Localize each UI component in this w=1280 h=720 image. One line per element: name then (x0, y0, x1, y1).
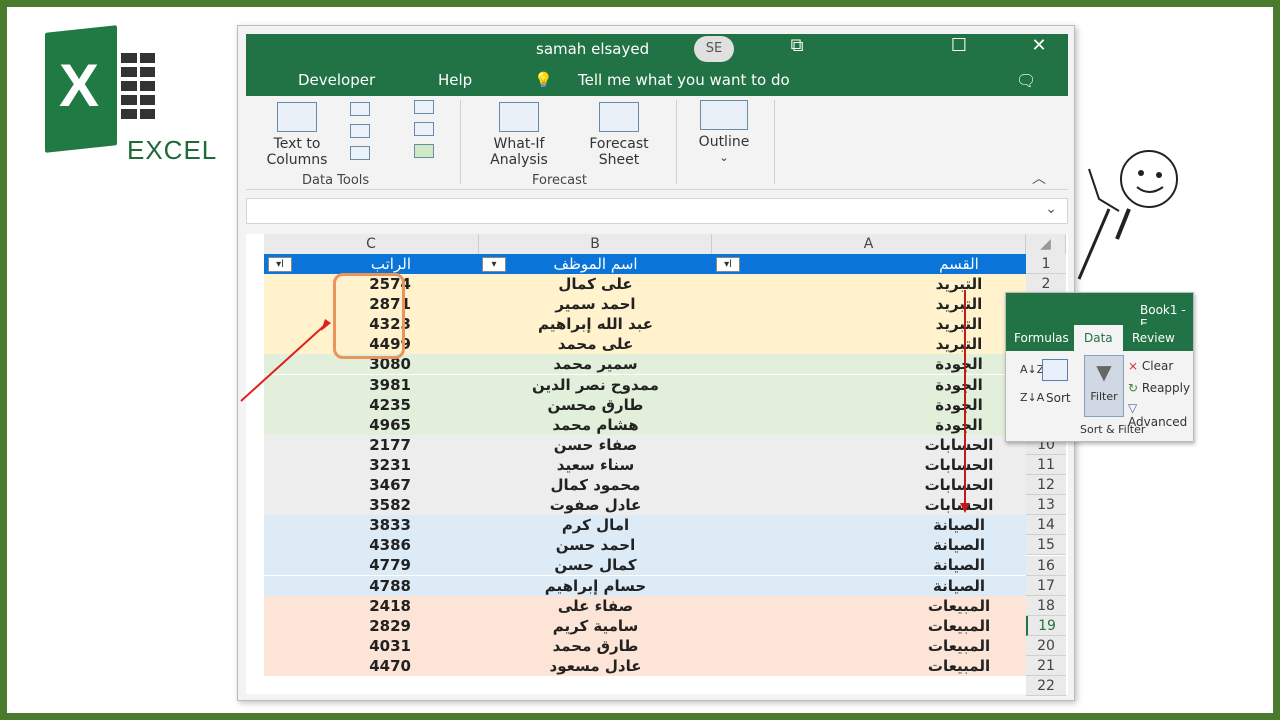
clear-label: Clear (1141, 359, 1174, 373)
cartoon-person-image (1077, 150, 1178, 280)
diagonal-arrow-line (240, 324, 326, 402)
sort-ascending-icon[interactable]: A↓Z (1020, 363, 1044, 376)
funnel-icon: ▼ (1096, 360, 1112, 384)
sort-filter-panel: Book1 - E Formulas Data Review A↓Z Z↓A S… (1005, 292, 1194, 442)
diagonal-arrow-head (321, 319, 331, 331)
tab-formulas[interactable]: Formulas (1014, 331, 1069, 345)
clear-filter-button[interactable]: ⨯ Clear (1128, 359, 1173, 373)
vertical-arrow-head (960, 503, 970, 513)
clear-filter-icon: ⨯ (1128, 359, 1139, 373)
tab-data[interactable]: Data (1074, 325, 1123, 351)
sort-filter-group-label: Sort & Filter (1080, 423, 1146, 436)
reapply-button[interactable]: ↻ Reapply (1128, 381, 1190, 395)
sort-dialog-icon[interactable] (1042, 359, 1068, 381)
tab-review[interactable]: Review (1132, 331, 1175, 345)
sort-descending-icon[interactable]: Z↓A (1020, 391, 1044, 404)
sort-button[interactable]: Sort (1046, 391, 1071, 405)
sort-filter-tabs: Formulas Data Review (1006, 325, 1193, 351)
slide-frame: X EXCEL samah elsayed SE ⧉ ☐ ✕ Developer… (0, 0, 1280, 720)
filter-label: Filter (1090, 390, 1118, 403)
reapply-icon: ↻ (1128, 381, 1139, 395)
reapply-label: Reapply (1141, 381, 1191, 395)
sort-filter-titlebar: Book1 - E (1006, 293, 1193, 331)
advanced-filter-icon: ▽ (1128, 401, 1138, 415)
filter-button[interactable]: ▼ Filter (1084, 355, 1124, 417)
